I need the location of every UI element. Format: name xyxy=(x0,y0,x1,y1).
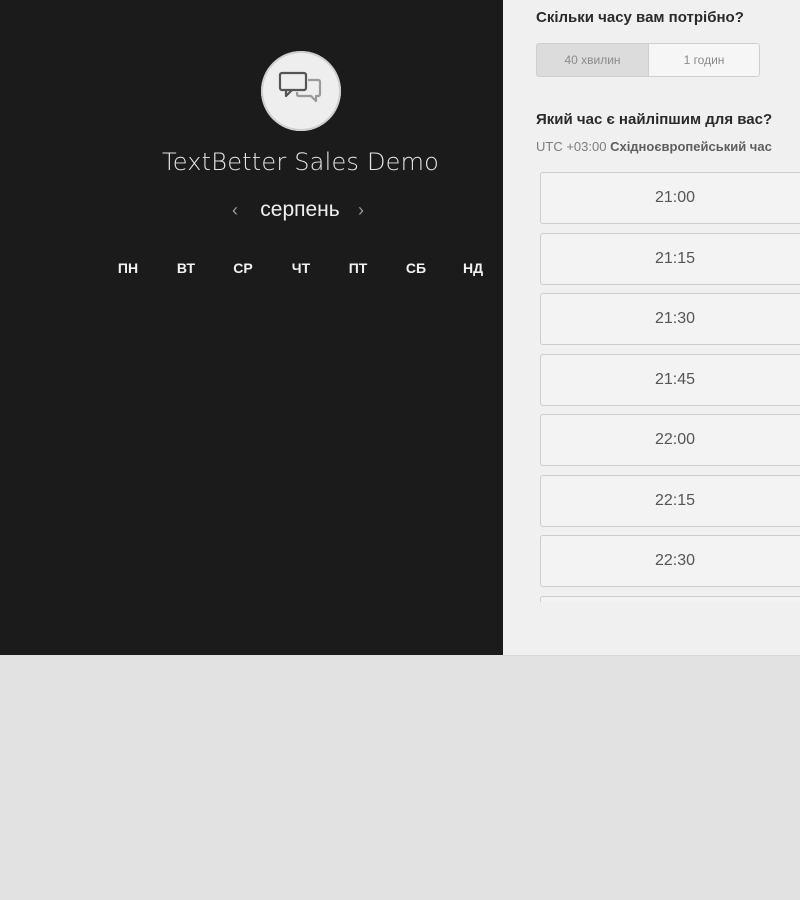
company-logo xyxy=(261,51,341,131)
time-slot[interactable]: 21:45 xyxy=(540,354,800,406)
chat-bubbles-icon xyxy=(278,71,322,103)
weekday-sun: НД xyxy=(462,260,484,276)
month-navigation: ‹ серпень › xyxy=(200,196,400,226)
time-slot-partial[interactable] xyxy=(540,596,800,602)
month-label: серпень xyxy=(260,198,340,221)
time-slot[interactable]: 22:15 xyxy=(540,475,800,527)
duration-option-40-min[interactable]: 40 хвилин xyxy=(537,44,649,76)
time-slot[interactable]: 22:00 xyxy=(540,414,800,466)
chevron-right-icon[interactable]: › xyxy=(358,200,364,221)
time-slot[interactable]: 21:30 xyxy=(540,293,800,345)
weekday-mon: ПН xyxy=(117,260,139,276)
weekday-thu: ЧТ xyxy=(291,260,311,276)
timezone-selector[interactable]: UTC +03:00 Східноєвропейський час xyxy=(536,139,772,154)
time-selection-panel: Скільки часу вам потрібно? 40 хвилин 1 г… xyxy=(503,0,800,656)
booking-page: TextBetter Sales Demo ‹ серпень › ПН ВТ … xyxy=(0,0,800,900)
calendar-panel: TextBetter Sales Demo ‹ серпень › ПН ВТ … xyxy=(0,0,503,655)
weekday-fri: ПТ xyxy=(348,260,368,276)
duration-title: Скільки часу вам потрібно? xyxy=(536,9,744,26)
time-slot[interactable]: 21:15 xyxy=(540,233,800,285)
time-slot[interactable]: 22:30 xyxy=(540,535,800,587)
weekday-header: ПН ВТ СР ЧТ ПТ СБ НД xyxy=(110,260,495,280)
time-slot[interactable]: 21:00 xyxy=(540,172,800,224)
time-title: Який час є найліпшим для вас? xyxy=(536,111,773,128)
timezone-offset: UTC +03:00 xyxy=(536,139,607,154)
timezone-name: Східноєвропейський час xyxy=(610,139,772,154)
duration-toggle: 40 хвилин 1 годин xyxy=(536,43,760,77)
weekday-wed: СР xyxy=(233,260,253,276)
weekday-sat: СБ xyxy=(405,260,427,276)
weekday-tue: ВТ xyxy=(176,260,196,276)
time-slot-list: 21:00 21:15 21:30 21:45 22:00 22:15 22:3… xyxy=(540,172,800,602)
duration-option-1-hour[interactable]: 1 годин xyxy=(649,44,759,76)
